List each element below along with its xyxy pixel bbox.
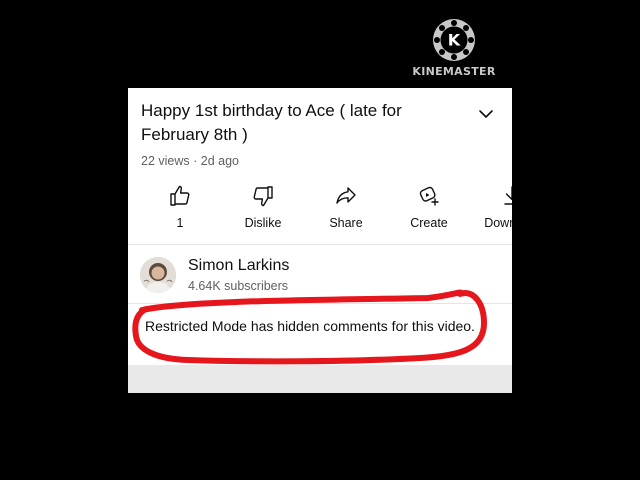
kinemaster-text: KINEMASTER bbox=[412, 65, 496, 78]
kinemaster-logo-letter: K bbox=[448, 31, 461, 50]
video-details-panel: Happy 1st birthday to Ace ( late for Feb… bbox=[128, 88, 512, 393]
kinemaster-logo-icon: K bbox=[433, 19, 475, 61]
channel-row[interactable]: Simon Larkins 4.64K subscribers bbox=[140, 256, 500, 296]
divider bbox=[128, 244, 512, 245]
title-row[interactable]: Happy 1st birthday to Ace ( late for Feb… bbox=[141, 99, 471, 147]
create-button[interactable]: Create bbox=[391, 184, 467, 230]
thumbs-up-icon bbox=[170, 185, 190, 206]
video-meta: 22 views · 2d ago bbox=[141, 154, 239, 168]
like-count: 1 bbox=[176, 216, 184, 230]
thumbs-down-icon bbox=[253, 186, 273, 207]
share-icon bbox=[336, 187, 356, 204]
avatar[interactable] bbox=[140, 257, 176, 293]
create-label: Create bbox=[410, 216, 448, 230]
video-title: Happy 1st birthday to Ace ( late for Feb… bbox=[141, 101, 402, 144]
channel-name: Simon Larkins bbox=[188, 257, 290, 274]
divider bbox=[128, 303, 512, 304]
dislike-label: Dislike bbox=[244, 216, 282, 230]
avatar-image bbox=[140, 257, 176, 293]
restricted-mode-message: Restricted Mode has hidden comments for … bbox=[145, 318, 475, 334]
like-button[interactable]: 1 bbox=[142, 184, 218, 230]
bottom-gray-area bbox=[128, 365, 512, 393]
download-label: Download bbox=[484, 216, 512, 230]
kinemaster-watermark: K KINEMASTER bbox=[412, 18, 496, 84]
download-icon bbox=[504, 186, 512, 205]
stage: K KINEMASTER Happy 1st birthday to Ace (… bbox=[0, 0, 640, 480]
download-button[interactable]: Download bbox=[474, 184, 512, 230]
chevron-down-icon[interactable] bbox=[474, 102, 498, 126]
subscriber-count: 4.64K subscribers bbox=[188, 279, 289, 293]
share-button[interactable]: Share bbox=[308, 184, 384, 230]
dislike-button[interactable]: Dislike bbox=[225, 184, 301, 230]
create-icon bbox=[419, 186, 439, 206]
action-bar: 1 Dislike Share Create Dow bbox=[128, 184, 512, 234]
share-label: Share bbox=[329, 216, 363, 230]
